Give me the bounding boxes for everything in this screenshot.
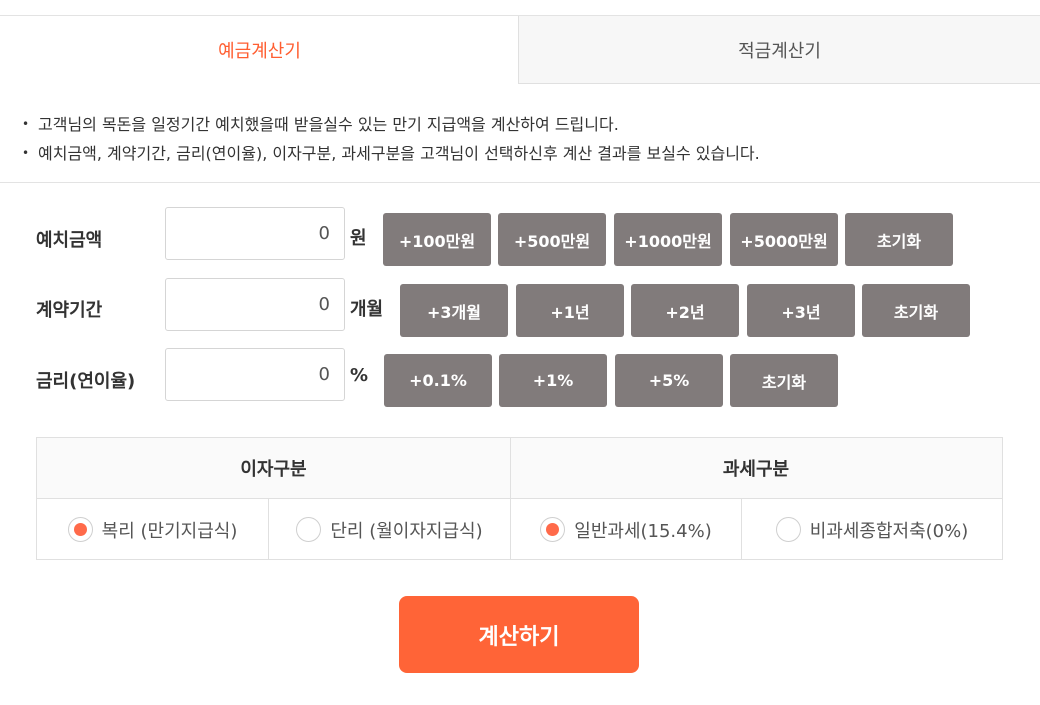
add-0-1-percent-button[interactable]: +0.1% <box>384 354 492 407</box>
add-2-years-button[interactable]: +2년 <box>631 284 739 337</box>
period-reset-button[interactable]: 초기화 <box>862 284 970 337</box>
tax-type-header: 과세구분 <box>510 438 1002 499</box>
add-5-percent-button[interactable]: +5% <box>615 354 723 407</box>
interest-simple-option[interactable]: 단리 (월이자지급식) <box>269 499 510 560</box>
calculator-tabs: 예금계산기 적금계산기 <box>0 15 1040 84</box>
amount-reset-button[interactable]: 초기화 <box>845 213 953 266</box>
period-label: 계약기간 <box>36 300 103 321</box>
period-input[interactable] <box>165 278 345 331</box>
add-3-years-button[interactable]: +3년 <box>747 284 855 337</box>
calculate-button[interactable]: 계산하기 <box>399 596 639 673</box>
radio-unchecked-icon[interactable] <box>296 517 322 542</box>
radio-checked-icon[interactable] <box>67 517 93 542</box>
description-item: 예치금액, 계약기간, 금리(연이율), 이자구분, 과세구분을 고객님이 선택… <box>22 139 760 168</box>
options-table: 이자구분 과세구분 복리 (만기지급식) 단리 (월이자지급식) 일반과세(15… <box>36 437 1003 560</box>
description-item: 고객님의 목돈을 일정기간 예치했을때 받을실수 있는 만기 지급액을 계산하여… <box>22 110 760 139</box>
radio-unchecked-icon[interactable] <box>775 517 801 542</box>
tab-savings-calculator[interactable]: 적금계산기 <box>518 16 1040 84</box>
add-5000-button[interactable]: +5000만원 <box>730 213 838 266</box>
tab-deposit-calculator[interactable]: 예금계산기 <box>0 16 519 84</box>
rate-input[interactable] <box>165 348 345 401</box>
add-3-months-button[interactable]: +3개월 <box>400 284 508 337</box>
add-100-button[interactable]: +100만원 <box>383 213 491 266</box>
radio-checked-icon[interactable] <box>540 517 566 542</box>
tax-general-option[interactable]: 일반과세(15.4%) <box>511 499 741 560</box>
amount-label: 예치금액 <box>36 230 103 251</box>
period-unit: 개월 <box>350 299 384 320</box>
amount-input[interactable] <box>165 207 345 260</box>
add-1-percent-button[interactable]: +1% <box>499 354 607 407</box>
interest-compound-option[interactable]: 복리 (만기지급식) <box>37 499 268 560</box>
divider <box>0 182 1040 183</box>
description-list: 고객님의 목돈을 일정기간 예치했을때 받을실수 있는 만기 지급액을 계산하여… <box>22 110 760 168</box>
tax-free-label: 비과세종합저축(0%) <box>809 520 969 542</box>
rate-reset-button[interactable]: 초기화 <box>730 354 838 407</box>
interest-simple-label: 단리 (월이자지급식) <box>330 520 483 542</box>
rate-label: 금리(연이율) <box>36 371 136 392</box>
interest-type-header: 이자구분 <box>37 438 510 499</box>
add-1000-button[interactable]: +1000만원 <box>614 213 722 266</box>
tax-general-label: 일반과세(15.4%) <box>574 520 712 542</box>
tax-free-option[interactable]: 비과세종합저축(0%) <box>742 499 1002 560</box>
add-1-year-button[interactable]: +1년 <box>516 284 624 337</box>
rate-unit: % <box>350 365 369 386</box>
amount-unit: 원 <box>350 228 367 249</box>
add-500-button[interactable]: +500만원 <box>498 213 606 266</box>
interest-compound-label: 복리 (만기지급식) <box>101 520 238 542</box>
